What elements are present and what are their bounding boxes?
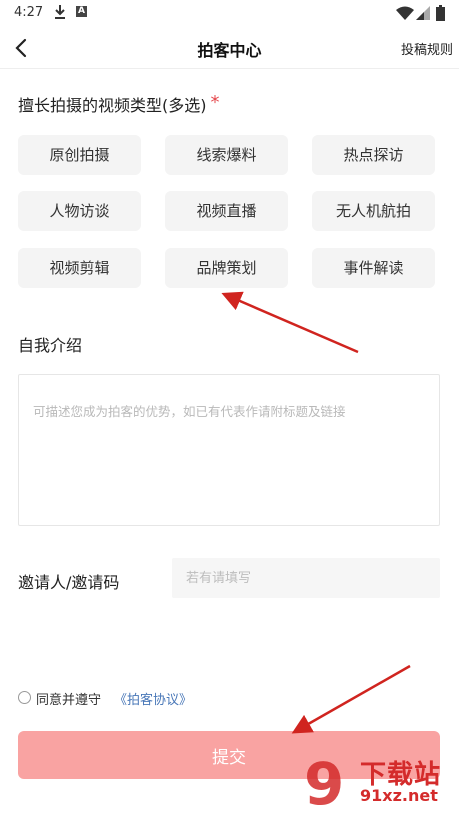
a-badge-icon: A [76, 6, 87, 17]
tag-original-shooting[interactable]: 原创拍摄 [18, 135, 141, 175]
arrow-to-brand-planning [221, 291, 359, 354]
page-title: 拍客中心 [197, 41, 262, 60]
arrow-to-submit [291, 664, 411, 734]
tag-event-analysis[interactable]: 事件解读 [312, 248, 435, 288]
tag-drone-aerial[interactable]: 无人机航拍 [312, 191, 435, 231]
nav-bar: 拍客中心 投稿规则 [0, 28, 459, 69]
agreement-link[interactable]: 《拍客协议》 [114, 689, 192, 708]
tag-clue-report[interactable]: 线索爆料 [165, 135, 288, 175]
tag-live-stream[interactable]: 视频直播 [165, 191, 288, 231]
agree-radio[interactable] [18, 691, 31, 704]
required-mark: * [210, 92, 220, 113]
download-icon [55, 5, 65, 19]
status-bar: 4:27 A [0, 0, 459, 28]
back-arrow-icon[interactable] [10, 36, 34, 60]
tag-interview[interactable]: 人物访谈 [18, 191, 141, 231]
wifi-icon [396, 6, 414, 20]
status-time: 4:27 [14, 5, 44, 20]
tag-video-editing[interactable]: 视频剪辑 [18, 248, 141, 288]
signal-icon [416, 6, 430, 20]
video-types-heading: 擅长拍摄的视频类型(多选) * [18, 92, 220, 116]
agree-text: 同意并遵守 [36, 693, 102, 708]
intro-title: 自我介绍 [18, 336, 83, 355]
invite-label: 邀请人/邀请码 [18, 573, 120, 592]
submission-rules-link[interactable]: 投稿规则 [401, 39, 453, 58]
tag-hotspot-visit[interactable]: 热点探访 [312, 135, 435, 175]
battery-icon [436, 5, 445, 21]
intro-box [18, 374, 440, 526]
tag-brand-planning[interactable]: 品牌策划 [165, 248, 288, 288]
invite-input[interactable] [172, 558, 440, 598]
video-types-title: 擅长拍摄的视频类型(多选) [18, 96, 207, 115]
intro-textarea[interactable] [19, 375, 439, 525]
watermark-url: 91xz.net [360, 786, 438, 805]
